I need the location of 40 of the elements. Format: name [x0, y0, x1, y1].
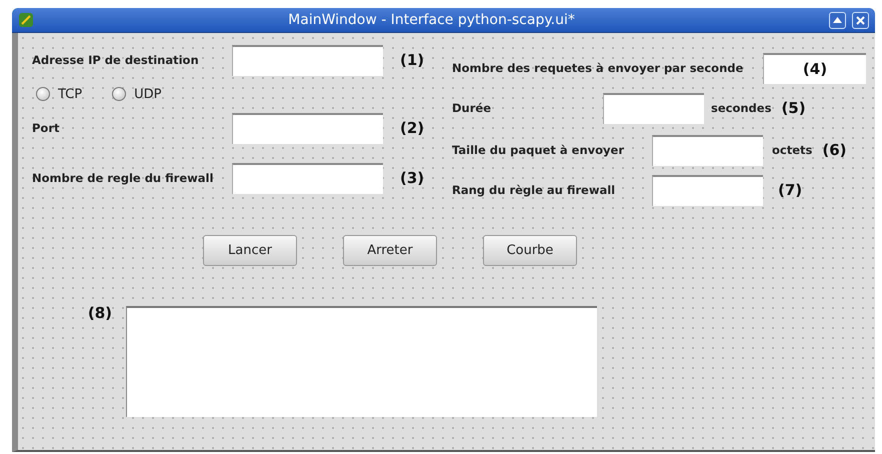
push-button[interactable]: Lancer — [203, 235, 297, 266]
field-label: Nombre de regle du firewall — [32, 171, 214, 185]
radio-label: UDP — [134, 86, 162, 102]
field-label: Rang du règle au firewall — [452, 183, 616, 197]
radio-button[interactable]: TCP — [36, 86, 82, 102]
close-icon — [856, 16, 865, 24]
annotation-number: (3) — [400, 169, 424, 187]
annotation-number: (7) — [778, 181, 802, 199]
input-field[interactable] — [652, 134, 763, 166]
radio-button[interactable]: UDP — [112, 86, 162, 102]
annotation-number: (4) — [802, 60, 828, 78]
field-label: Taille du paquet à envoyer — [452, 143, 626, 157]
input-field[interactable]: (4) — [763, 52, 866, 84]
annotation-number: (5) — [781, 99, 806, 117]
field-label: Nombre des requetes à envoyer par seconde — [452, 61, 744, 75]
unit-label: octets — [772, 143, 812, 157]
field-label: Port — [32, 121, 60, 135]
app-logo-icon — [18, 12, 34, 28]
annotation-number: (6) — [822, 141, 847, 159]
triangle-up-icon — [833, 17, 842, 23]
annotation-number: (8) — [86, 304, 112, 324]
radio-label: TCP — [58, 86, 82, 102]
push-button[interactable]: Arreter — [343, 235, 437, 266]
input-field[interactable] — [232, 162, 383, 194]
close-button[interactable] — [852, 12, 869, 28]
field-label: Durée — [452, 101, 492, 115]
output-text-area[interactable] — [126, 306, 597, 417]
push-button[interactable]: Courbe — [483, 235, 577, 266]
field-label: Adresse IP de destination — [32, 53, 200, 67]
unit-label: secondes — [711, 101, 772, 115]
input-field[interactable] — [232, 112, 383, 144]
radio-circle-icon[interactable] — [112, 87, 126, 101]
input-field[interactable] — [652, 174, 763, 206]
annotation-number: (1) — [400, 51, 424, 69]
radio-circle-icon[interactable] — [36, 87, 50, 101]
annotation-number: (2) — [400, 119, 424, 137]
maximize-button[interactable] — [829, 12, 846, 28]
window-title: MainWindow - Interface python-scapy.ui* — [287, 12, 576, 28]
input-field[interactable] — [232, 44, 383, 76]
input-field[interactable] — [603, 92, 704, 124]
